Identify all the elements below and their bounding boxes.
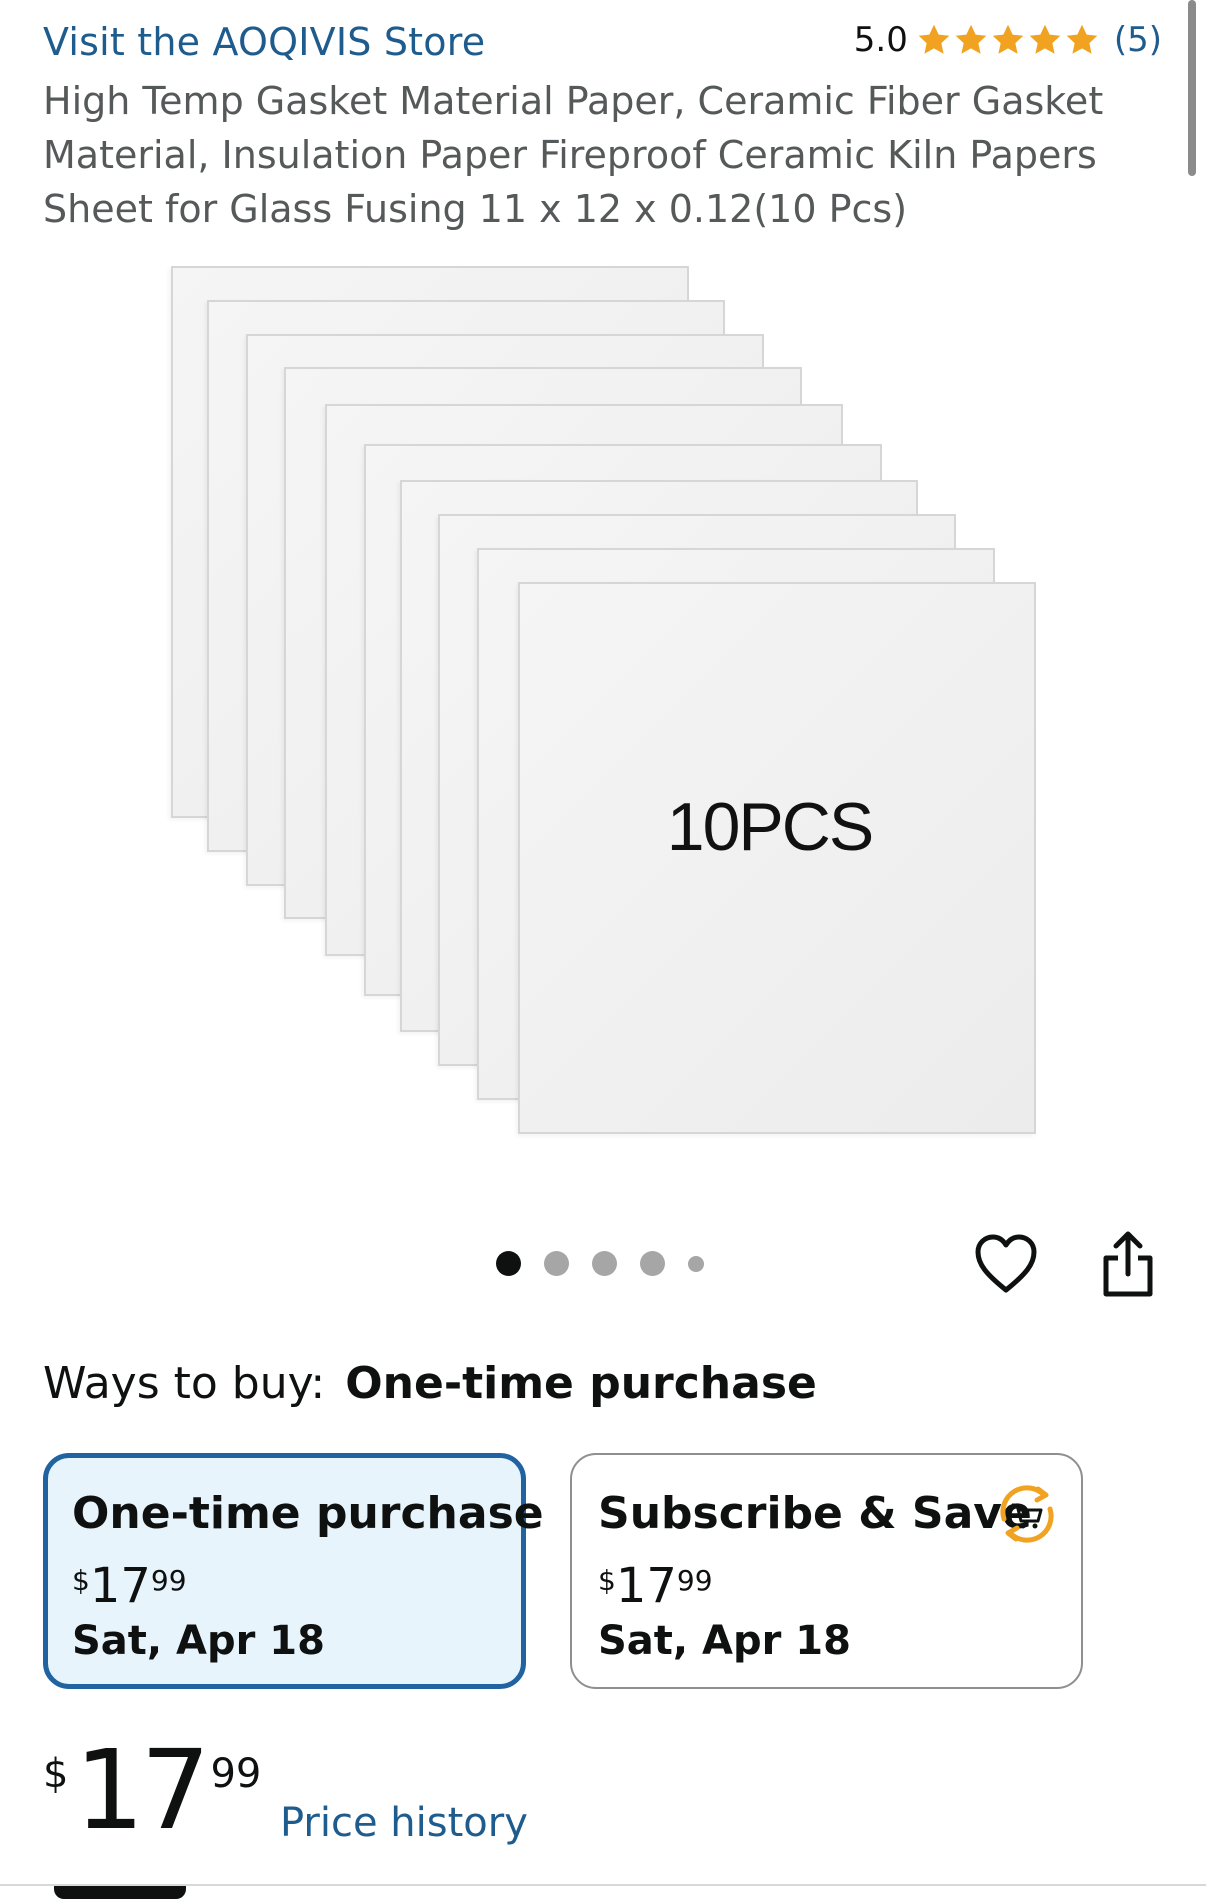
ways-to-buy-selected: One-time purchase [345, 1358, 817, 1409]
main-price: $ 17 99 [43, 1735, 261, 1845]
heart-icon [975, 1234, 1037, 1293]
price-cents: 99 [676, 1564, 713, 1597]
bottom-tab-indicator [54, 1886, 186, 1899]
product-image-gallery[interactable] [0, 250, 1206, 1170]
star-rating [916, 22, 1100, 58]
star-icon [955, 24, 987, 54]
share-button[interactable] [1097, 1228, 1159, 1300]
option-delivery-date: Sat, Apr 18 [598, 1618, 851, 1664]
star-icon [1066, 24, 1098, 54]
carousel-dot[interactable] [688, 1255, 704, 1272]
price-currency: $ [43, 1751, 69, 1797]
product-title: High Temp Gasket Material Paper, Ceramic… [43, 79, 1104, 231]
price-history-link[interactable]: Price history [280, 1800, 528, 1846]
price-currency: $ [598, 1564, 616, 1597]
store-link[interactable]: Visit the AOQIVIS Store [43, 20, 485, 64]
rating-summary[interactable]: 5.0 (5) [854, 20, 1162, 60]
price-cents: 99 [150, 1564, 187, 1597]
rating-count[interactable]: (5) [1114, 20, 1162, 60]
scrollbar[interactable] [1188, 0, 1196, 176]
option-price: $1799 [598, 1558, 713, 1614]
one-time-purchase-option[interactable]: One-time purchase $1799 Sat, Apr 18 [43, 1453, 544, 1689]
carousel-dot[interactable] [496, 1251, 521, 1276]
carousel-dot[interactable] [592, 1251, 617, 1276]
ways-to-buy: Ways to buy: One-time purchase [43, 1358, 817, 1409]
star-icon [1029, 24, 1061, 54]
product-image[interactable] [0, 250, 1206, 1170]
carousel-dots[interactable] [496, 1251, 704, 1276]
carousel-dot[interactable] [640, 1251, 665, 1276]
carousel-dot[interactable] [544, 1251, 569, 1276]
image-label: 10PCS [666, 789, 874, 865]
star-icon [918, 24, 950, 54]
favorite-button[interactable] [972, 1232, 1040, 1296]
star-icon [992, 24, 1024, 54]
option-price: $1799 [72, 1558, 187, 1614]
subscribe-cart-icon [1000, 1485, 1054, 1543]
option-delivery-date: Sat, Apr 18 [72, 1618, 325, 1664]
rating-score: 5.0 [853, 20, 908, 60]
option-title: One-time purchase [72, 1488, 544, 1539]
price-whole: 17 [74, 1726, 210, 1854]
ways-to-buy-label: Ways to buy: [43, 1358, 326, 1409]
price-whole: 17 [615, 1558, 677, 1614]
price-whole: 17 [89, 1558, 151, 1614]
share-icon [1103, 1231, 1153, 1297]
price-currency: $ [72, 1564, 90, 1597]
option-title: Subscribe & Save [598, 1488, 1032, 1539]
price-cents: 99 [210, 1751, 262, 1797]
subscribe-save-option[interactable]: Subscribe & Save $1799 Sat, Apr 18 [570, 1453, 1083, 1689]
